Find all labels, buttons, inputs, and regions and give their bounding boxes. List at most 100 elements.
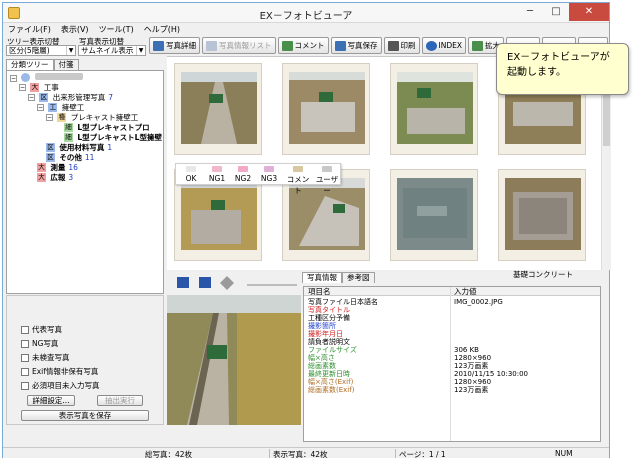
- table-row[interactable]: 総画素数 123万画素: [304, 362, 600, 370]
- flag-user[interactable]: ユーザー: [313, 165, 341, 196]
- flag-ng3[interactable]: NG3: [256, 165, 282, 183]
- checkbox[interactable]: [21, 339, 29, 348]
- tree-item[interactable]: 大 広報 3: [37, 173, 73, 183]
- filter-representative[interactable]: 代表写真: [21, 324, 62, 335]
- photo-preview[interactable]: [167, 295, 301, 425]
- flag-ok[interactable]: OK: [178, 165, 204, 183]
- tree-item[interactable]: − 工 擁壁工: [37, 103, 84, 113]
- tree-root[interactable]: −: [10, 73, 83, 83]
- index-button[interactable]: INDEX: [421, 37, 466, 54]
- tree-item-label: プレキャスト擁壁工: [70, 113, 139, 122]
- photo-info-list-label: 写真情報リスト: [219, 41, 272, 50]
- table-row[interactable]: 総画素数(Exif) 123万画素: [304, 386, 600, 394]
- scrollbar-thumb[interactable]: [603, 86, 610, 146]
- category-tag-icon: 大: [37, 163, 46, 172]
- collapse-icon[interactable]: −: [19, 84, 26, 91]
- menu-tools[interactable]: ツール(T): [94, 23, 139, 36]
- table-row[interactable]: ファイルサイズ 306 KB: [304, 346, 600, 354]
- collapse-icon[interactable]: −: [28, 94, 35, 101]
- table-row[interactable]: 撮影箇所: [304, 322, 600, 330]
- table-row[interactable]: 撮影年月日: [304, 330, 600, 338]
- photo-thumbnail[interactable]: [390, 63, 478, 155]
- row-key: 写真ファイル日本語名: [308, 298, 378, 306]
- close-button[interactable]: ✕: [569, 3, 609, 21]
- row-key: 総画素数: [308, 362, 336, 370]
- flag-swatch-icon: [293, 166, 303, 172]
- tab-classification-tree[interactable]: 分類ツリー: [6, 59, 54, 70]
- index-info-icon: [425, 40, 437, 51]
- filter-required-missing[interactable]: 必須項目未入力写真: [21, 380, 100, 391]
- checkbox[interactable]: [21, 353, 29, 362]
- photo-info-list-button[interactable]: 写真情報リスト: [202, 37, 276, 54]
- collapse-icon[interactable]: −: [10, 75, 17, 82]
- tree-item[interactable]: 細 L型プレキャストL型擁壁: [64, 133, 162, 143]
- tree-item-count: 16: [68, 163, 78, 172]
- tab-photo-info[interactable]: 写真情報: [302, 272, 342, 283]
- filter-uninspected[interactable]: 未検査写真: [21, 352, 70, 363]
- tree-item[interactable]: 大 測量 16: [37, 163, 78, 173]
- photo-thumbnail[interactable]: [390, 169, 478, 261]
- tooltip-line-2: 起動します。: [507, 67, 566, 78]
- tree-item-label: 測量: [50, 163, 66, 172]
- tree-item[interactable]: − 種 プレキャスト擁壁工: [46, 113, 138, 123]
- save-photo-button[interactable]: 写真保存: [330, 37, 382, 54]
- minimize-button[interactable]: ─: [517, 3, 543, 21]
- window-controls: ─ □ ✕: [517, 3, 609, 23]
- photo-thumbnail[interactable]: [282, 63, 370, 155]
- table-row[interactable]: 最終更新日時 2010/11/15 10:30:00: [304, 370, 600, 378]
- tree-item[interactable]: − 区 出来形管理写真 7: [28, 93, 113, 103]
- detail-settings-button[interactable]: 詳細設定...: [27, 395, 75, 406]
- print-button[interactable]: 印刷: [383, 37, 420, 54]
- table-row[interactable]: 幅×高さ(Exif) 1280×960: [304, 378, 600, 386]
- tree-item[interactable]: − 大 工事: [19, 83, 62, 93]
- photo-switch-select[interactable]: サムネイル表示 ▼: [78, 45, 146, 56]
- checkbox[interactable]: [21, 325, 29, 334]
- flag-label: NG1: [208, 174, 226, 183]
- tree-item[interactable]: 区 その他 11: [46, 153, 94, 163]
- status-divider: [269, 449, 270, 458]
- filter-no-exif[interactable]: Exif情報非保有写真: [21, 366, 98, 377]
- maximize-button[interactable]: □: [543, 3, 569, 21]
- flag-filter-bar: OK NG1 NG2 NG3 コメント ユーザー: [175, 163, 341, 195]
- save-shown-photos-button[interactable]: 表示写真を保存: [21, 410, 149, 421]
- comment-button[interactable]: コメント: [277, 37, 329, 54]
- tree-switch-value: 区分(5階層): [9, 46, 50, 55]
- flag-ng2[interactable]: NG2: [230, 165, 256, 183]
- flag-comment[interactable]: コメント: [284, 165, 312, 196]
- filter-label: Exif情報非保有写真: [32, 367, 99, 376]
- checkbox[interactable]: [21, 367, 29, 376]
- tree-item-label: 擁壁工: [61, 103, 85, 112]
- status-page: ページ：1 / 1: [399, 450, 446, 459]
- chevron-down-icon: ▼: [136, 46, 145, 55]
- table-row[interactable]: 幅×高さ 1280×960: [304, 354, 600, 362]
- menu-view[interactable]: 表示(V): [56, 23, 94, 36]
- tab-reference-drawing[interactable]: 参考図: [342, 272, 375, 283]
- row-key: 請負者説明文: [308, 338, 350, 346]
- category-tag-icon: 細: [64, 133, 73, 142]
- tree-switch-select[interactable]: 区分(5階層) ▼: [6, 45, 76, 56]
- menu-help[interactable]: ヘルプ(H): [139, 23, 185, 36]
- photo-detail-button[interactable]: 写真詳細: [149, 37, 200, 54]
- photo-thumbnail[interactable]: 基礎コンクリート: [498, 169, 586, 279]
- flag-label: コメント: [286, 175, 310, 195]
- checkbox[interactable]: [21, 381, 29, 390]
- rotate-left-icon: [177, 277, 189, 288]
- collapse-icon[interactable]: −: [37, 104, 44, 111]
- table-row[interactable]: 請負者説明文: [304, 338, 600, 346]
- collapse-icon[interactable]: −: [46, 114, 53, 121]
- photo-thumbnail[interactable]: [174, 63, 262, 155]
- table-row[interactable]: 工種区分予備: [304, 314, 600, 322]
- tree-item[interactable]: 細 L型プレキャストプロ: [64, 123, 150, 133]
- tree-item[interactable]: 区 使用材料写真 1: [46, 143, 112, 153]
- tree-item-count: 1: [107, 143, 113, 152]
- table-row[interactable]: 写真ファイル日本語名 IMG_0002.JPG: [304, 298, 600, 306]
- flag-ng1[interactable]: NG1: [204, 165, 230, 183]
- column-header-value: 入力値: [454, 287, 477, 296]
- filter-ng[interactable]: NG写真: [21, 338, 58, 349]
- photo-image: [289, 72, 365, 144]
- extract-button[interactable]: 抽出実行: [97, 395, 143, 406]
- category-tag-icon: 区: [46, 153, 55, 162]
- table-row[interactable]: 写真タイトル: [304, 306, 600, 314]
- tab-sticky-notes[interactable]: 付箋: [53, 59, 79, 70]
- menu-file[interactable]: ファイル(F): [3, 23, 56, 36]
